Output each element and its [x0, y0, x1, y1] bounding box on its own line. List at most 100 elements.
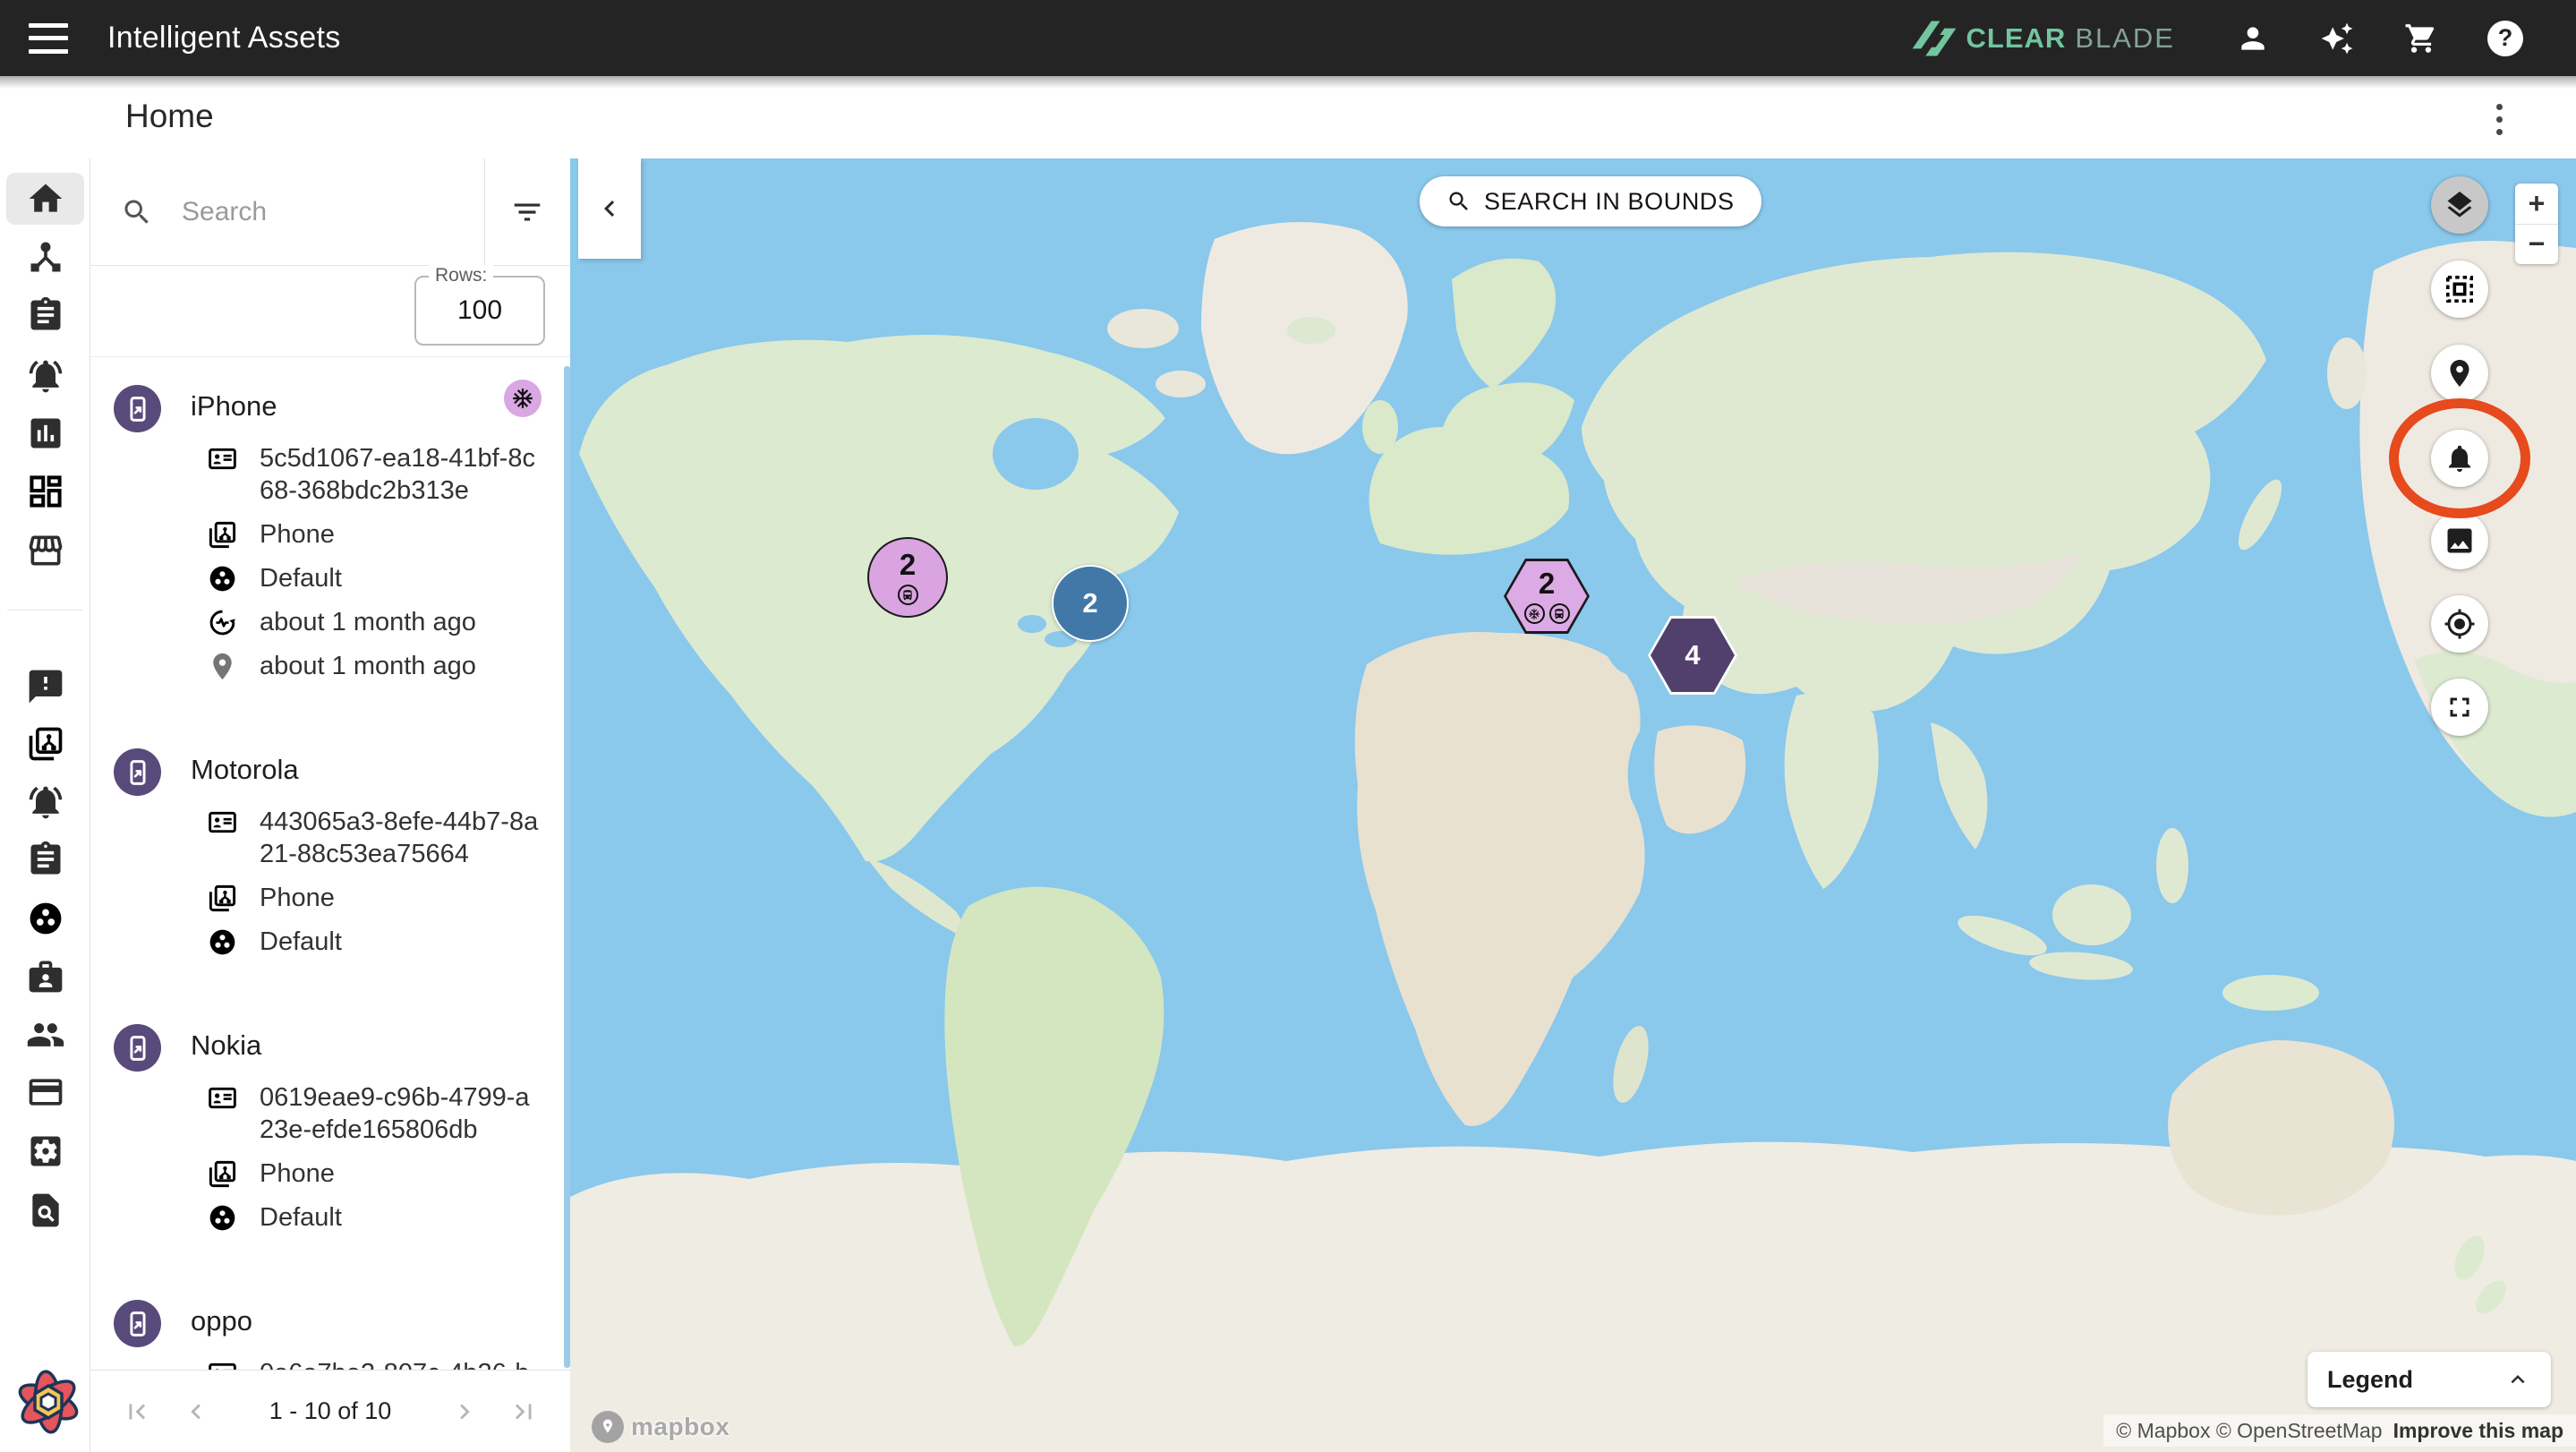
- phone-share-icon: [124, 1310, 152, 1338]
- page-title: Home: [125, 98, 214, 135]
- zoom-in-button[interactable]: +: [2515, 184, 2558, 224]
- sidebar-item-asset-groups[interactable]: [0, 895, 90, 942]
- asset-group-icon: [207, 927, 238, 958]
- bell-icon: [2444, 442, 2476, 474]
- help-button[interactable]: ?: [2485, 18, 2526, 59]
- search-input[interactable]: [182, 197, 423, 227]
- image-overlay-button[interactable]: [2431, 512, 2488, 569]
- search-icon: [1446, 189, 1471, 214]
- search-in-bounds-button[interactable]: SEARCH IN BOUNDS: [1420, 176, 1761, 226]
- freeze-status-badge: [504, 380, 542, 417]
- sidebar-item-notifications[interactable]: [0, 353, 90, 399]
- page-menu-button[interactable]: [2481, 99, 2517, 139]
- asset-group: Default: [260, 1201, 543, 1234]
- sidebar-item-alerts[interactable]: [0, 779, 90, 825]
- list-item-asset[interactable]: iPhone 5c5d1067-ea18-41bf-8c68-368bdc2b3…: [90, 358, 570, 682]
- layers-button[interactable]: [2431, 176, 2488, 234]
- sidebar-item-marketplace[interactable]: [0, 527, 90, 574]
- cluster-marker[interactable]: 2: [867, 537, 948, 618]
- select-area-button[interactable]: [2431, 261, 2488, 318]
- page-header: Home: [0, 76, 2576, 158]
- nav-rail: [0, 158, 90, 1452]
- asset-id: 0619eae9-c96b-4799-a23e-efde165806db: [260, 1081, 543, 1146]
- bus-icon: [898, 585, 918, 605]
- sidebar-item-billing[interactable]: [0, 1069, 90, 1115]
- ai-assistant-button[interactable]: [2316, 18, 2358, 59]
- previous-page-button[interactable]: [176, 1392, 216, 1431]
- bus-icon: [1549, 603, 1570, 624]
- asset-list: iPhone 5c5d1067-ea18-41bf-8c68-368bdc2b3…: [90, 358, 570, 1370]
- asset-type-icon: [207, 883, 238, 914]
- account-button[interactable]: [2232, 18, 2273, 59]
- last-page-icon: [508, 1396, 539, 1427]
- legend-label: Legend: [2327, 1366, 2413, 1394]
- layers-icon: [2444, 189, 2476, 221]
- improve-map-link[interactable]: Improve this map: [2393, 1419, 2563, 1443]
- menu-icon[interactable]: [29, 23, 68, 54]
- sidebar-item-users[interactable]: [0, 1012, 90, 1058]
- cluster-marker[interactable]: 4: [1648, 616, 1737, 695]
- fullscreen-button[interactable]: [2431, 679, 2488, 736]
- asset-type: Phone: [260, 1157, 543, 1190]
- asset-type-icon: [207, 519, 238, 551]
- chevron-up-icon: [2504, 1366, 2531, 1393]
- list-item-asset[interactable]: oppo 0a6a7be2-807c-4b26-beff-77ff0b1e798…: [90, 1273, 570, 1370]
- brand-clear-text: CLEAR: [1966, 22, 2067, 55]
- attribution-text: © Mapbox © OpenStreetMap: [2116, 1419, 2382, 1443]
- storefront-icon: [26, 531, 65, 570]
- rows-row: Rows: 100: [90, 267, 570, 357]
- last-page-button[interactable]: [504, 1392, 543, 1431]
- sidebar-item-rule-types[interactable]: [0, 836, 90, 883]
- alerts-toggle-button[interactable]: [2431, 430, 2488, 487]
- sidebar-item-feedback[interactable]: [0, 663, 90, 710]
- sidebar-item-dashboards[interactable]: [0, 468, 90, 515]
- mapbox-logo[interactable]: mapbox: [592, 1411, 729, 1443]
- id-card-icon: [207, 443, 238, 474]
- marketplace-cart-button[interactable]: [2401, 18, 2442, 59]
- search-icon: [121, 196, 153, 228]
- sidebar-item-audit-logs[interactable]: [0, 1187, 90, 1234]
- asset-last-location: about 1 month ago: [260, 650, 543, 682]
- cluster-count: 4: [1685, 639, 1700, 671]
- clipboard-icon: [26, 840, 65, 879]
- fullscreen-icon: [2444, 691, 2476, 723]
- rows-per-page-select[interactable]: Rows: 100: [414, 276, 545, 346]
- sidebar-item-analytics[interactable]: [0, 410, 90, 457]
- asset-avatar: [114, 1300, 161, 1347]
- sidebar-item-settings[interactable]: [0, 1128, 90, 1174]
- legend-toggle[interactable]: Legend: [2307, 1352, 2551, 1407]
- collapse-panel-button[interactable]: [578, 158, 641, 259]
- last-updated-icon: [207, 607, 238, 638]
- sidebar-item-device-hub[interactable]: [0, 234, 90, 280]
- list-scrollbar[interactable]: [564, 366, 570, 1368]
- people-icon: [26, 1015, 65, 1055]
- first-page-button[interactable]: [117, 1392, 157, 1431]
- asset-name: Nokia: [191, 1022, 543, 1062]
- zoom-out-button[interactable]: −: [2515, 225, 2558, 265]
- feedback-icon: [26, 667, 65, 706]
- filter-button[interactable]: [484, 158, 570, 265]
- phone-share-icon: [124, 758, 152, 787]
- rail-divider: [7, 610, 82, 611]
- asset-last-updated: about 1 month ago: [260, 606, 543, 638]
- sparkle-icon: [2320, 21, 2354, 56]
- map-canvas[interactable]: SEARCH IN BOUNDS + − 2 2 2: [570, 158, 2576, 1452]
- sidebar-item-badges[interactable]: [0, 952, 90, 999]
- my-location-button[interactable]: [2431, 595, 2488, 653]
- cluster-marker[interactable]: 2: [1052, 565, 1129, 642]
- sidebar-item-home[interactable]: [0, 175, 90, 222]
- person-icon: [2236, 21, 2270, 56]
- cluster-count: 2: [900, 550, 916, 580]
- list-item-asset[interactable]: Nokia 0619eae9-c96b-4799-a23e-efde165806…: [90, 997, 570, 1234]
- list-item-asset[interactable]: Motorola 443065a3-8efe-44b7-8a21-88c53ea…: [90, 722, 570, 958]
- credit-card-icon: [26, 1072, 65, 1112]
- sidebar-item-assignments[interactable]: [0, 292, 90, 338]
- asset-avatar: [114, 748, 161, 796]
- markers-toggle-button[interactable]: [2431, 345, 2488, 402]
- asset-name: Motorola: [191, 747, 543, 786]
- pagination-bar: 1 - 10 of 10: [90, 1370, 570, 1452]
- next-page-button[interactable]: [445, 1392, 484, 1431]
- asset-id: 0a6a7be2-807c-4b26-beff-77ff0b1e7985: [260, 1357, 543, 1370]
- cluster-marker[interactable]: 2: [1504, 559, 1590, 634]
- sidebar-item-asset-types[interactable]: [0, 721, 90, 767]
